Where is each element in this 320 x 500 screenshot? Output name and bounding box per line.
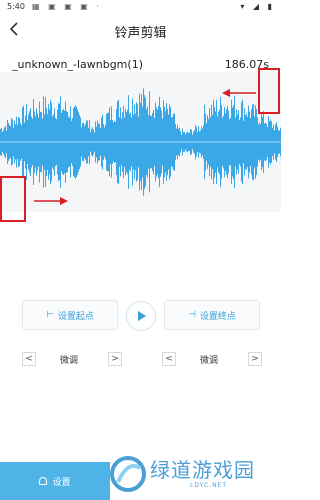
watermark-subtext: LDYC.NET (190, 482, 228, 489)
start-marker-highlight (0, 176, 26, 222)
page-title: 铃声剪辑 (114, 26, 167, 41)
end-point-icon: ⊣ (188, 310, 196, 320)
set-end-button[interactable]: ⊣ 设置终点 (164, 300, 260, 330)
fine-tune-end: < 微调 > (162, 352, 262, 368)
end-marker-arrow-icon (222, 89, 256, 97)
set-end-label: 设置终点 (199, 311, 236, 322)
play-icon (138, 311, 146, 321)
status-bar: 5:40 ▦ ▣ ▣ ▣ · ▾ ◢ ▮ (0, 0, 281, 14)
bell-icon (39, 477, 48, 485)
watermark-text: 绿道游戏园 (150, 458, 255, 482)
fine-tune-end-prev-button[interactable]: < (162, 352, 176, 366)
watermark: 绿道游戏园 LDYC.NET (108, 452, 278, 498)
fine-tune-start-next-button[interactable]: > (108, 352, 122, 366)
notification-icons: ▦ ▣ ▣ ▣ · (32, 2, 102, 11)
fine-tune-start-label: 微调 (60, 356, 79, 366)
system-status-icons: ▾ ◢ ▮ (240, 2, 275, 11)
start-point-icon: ⊢ (46, 310, 54, 320)
fine-tune-end-next-button[interactable]: > (248, 352, 262, 366)
set-start-button[interactable]: ⊢ 设置起点 (22, 300, 118, 330)
status-time: 5:40 (7, 2, 25, 11)
fine-tune-end-label: 微调 (200, 356, 219, 366)
app-header: 铃声剪辑 (0, 14, 281, 44)
settings-label: 设置 (52, 477, 71, 488)
play-button[interactable] (126, 301, 156, 331)
watermark-logo-icon (110, 456, 146, 492)
start-marker-arrow-icon (34, 197, 68, 205)
settings-button[interactable]: 设置 (0, 462, 110, 500)
track-name: _unknown_-lawnbgm(1) (12, 58, 143, 71)
fine-tune-start-prev-button[interactable]: < (22, 352, 36, 366)
playback-controls: ⊢ 设置起点 ⊣ 设置终点 (0, 300, 281, 334)
end-marker-highlight (258, 68, 280, 114)
fine-tune-start: < 微调 > (22, 352, 122, 368)
set-start-label: 设置起点 (57, 311, 94, 322)
